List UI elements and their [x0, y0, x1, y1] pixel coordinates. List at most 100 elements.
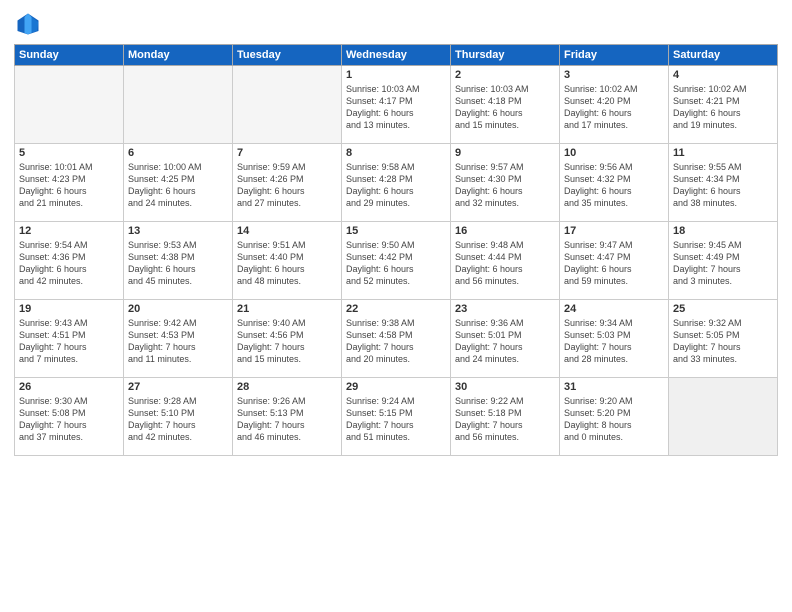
calendar-cell: 16Sunrise: 9:48 AM Sunset: 4:44 PM Dayli… — [451, 222, 560, 300]
day-number: 1 — [346, 69, 446, 81]
week-row-0: 1Sunrise: 10:03 AM Sunset: 4:17 PM Dayli… — [15, 66, 778, 144]
day-number: 17 — [564, 225, 664, 237]
day-number: 24 — [564, 303, 664, 315]
calendar-table: SundayMondayTuesdayWednesdayThursdayFrid… — [14, 44, 778, 456]
calendar-cell — [15, 66, 124, 144]
week-row-2: 12Sunrise: 9:54 AM Sunset: 4:36 PM Dayli… — [15, 222, 778, 300]
day-info: Sunrise: 9:58 AM Sunset: 4:28 PM Dayligh… — [346, 161, 446, 210]
calendar-cell: 17 Sunrise: 9:47 AM Sunset: 4:47 PM Dayli… — [560, 222, 669, 300]
weekday-header-sunday: Sunday — [15, 45, 124, 66]
day-info: Sunrise: 9:34 AM Sunset: 5:03 PM Dayligh… — [564, 317, 664, 366]
day-info: Sunrise: 9:47 AM Sunset: 4:47 PM Dayligh… — [564, 239, 664, 288]
day-info: Sunrise: 9:57 AM Sunset: 4:30 PM Dayligh… — [455, 161, 555, 210]
day-info: Sunrise: 9:45 AM Sunset: 4:49 PM Dayligh… — [673, 239, 773, 288]
day-number: 8 — [346, 147, 446, 159]
day-info: Sunrise: 9:43 AM Sunset: 4:51 PM Dayligh… — [19, 317, 119, 366]
weekday-header-tuesday: Tuesday — [233, 45, 342, 66]
day-number: 14 — [237, 225, 337, 237]
day-number: 3 — [564, 69, 664, 81]
day-info: Sunrise: 9:42 AM Sunset: 4:53 PM Dayligh… — [128, 317, 228, 366]
calendar-cell: 4 Sunrise: 10:02 AM Sunset: 4:21 PM Dayli… — [669, 66, 778, 144]
day-number: 4 — [673, 69, 773, 81]
calendar-cell: 28 Sunrise: 9:26 AM Sunset: 5:13 PM Dayli… — [233, 378, 342, 456]
day-number: 9 — [455, 147, 555, 159]
calendar-cell: 26Sunrise: 9:30 AM Sunset: 5:08 PM Dayli… — [15, 378, 124, 456]
day-number: 5 — [19, 147, 119, 159]
day-info: Sunrise: 9:50 AM Sunset: 4:42 PM Dayligh… — [346, 239, 446, 288]
day-info: Sunrise: 9:28 AM Sunset: 5:10 PM Dayligh… — [128, 395, 228, 444]
day-info: Sunrise: 10:02 AM Sunset: 4:21 PM Daylig… — [673, 83, 773, 132]
calendar-cell: 1Sunrise: 10:03 AM Sunset: 4:17 PM Dayli… — [342, 66, 451, 144]
day-info: Sunrise: 9:56 AM Sunset: 4:32 PM Dayligh… — [564, 161, 664, 210]
day-info: Sunrise: 9:55 AM Sunset: 4:34 PM Dayligh… — [673, 161, 773, 210]
weekday-header-thursday: Thursday — [451, 45, 560, 66]
calendar-cell: 12Sunrise: 9:54 AM Sunset: 4:36 PM Dayli… — [15, 222, 124, 300]
weekday-header-row: SundayMondayTuesdayWednesdayThursdayFrid… — [15, 45, 778, 66]
calendar-cell: 15 Sunrise: 9:50 AM Sunset: 4:42 PM Dayli… — [342, 222, 451, 300]
calendar-cell: 18 Sunrise: 9:45 AM Sunset: 4:49 PM Dayli… — [669, 222, 778, 300]
calendar-cell: 10 Sunrise: 9:56 AM Sunset: 4:32 PM Dayli… — [560, 144, 669, 222]
calendar-cell: 13 Sunrise: 9:53 AM Sunset: 4:38 PM Dayli… — [124, 222, 233, 300]
day-info: Sunrise: 9:36 AM Sunset: 5:01 PM Dayligh… — [455, 317, 555, 366]
day-info: Sunrise: 9:30 AM Sunset: 5:08 PM Dayligh… — [19, 395, 119, 444]
day-number: 30 — [455, 381, 555, 393]
day-number: 25 — [673, 303, 773, 315]
calendar-cell: 2 Sunrise: 10:03 AM Sunset: 4:18 PM Dayli… — [451, 66, 560, 144]
day-number: 19 — [19, 303, 119, 315]
calendar-cell: 5 Sunrise: 10:01 AM Sunset: 4:23 PM Dayli… — [15, 144, 124, 222]
day-info: Sunrise: 9:22 AM Sunset: 5:18 PM Dayligh… — [455, 395, 555, 444]
calendar-cell: 27Sunrise: 9:28 AM Sunset: 5:10 PM Dayli… — [124, 378, 233, 456]
day-number: 31 — [564, 381, 664, 393]
day-number: 18 — [673, 225, 773, 237]
calendar-cell: 22Sunrise: 9:38 AM Sunset: 4:58 PM Dayli… — [342, 300, 451, 378]
day-info: Sunrise: 10:03 AM Sunset: 4:18 PM Daylig… — [455, 83, 555, 132]
day-info: Sunrise: 10:01 AM Sunset: 4:23 PM Daylig… — [19, 161, 119, 210]
day-number: 22 — [346, 303, 446, 315]
calendar-cell: 11Sunrise: 9:55 AM Sunset: 4:34 PM Dayli… — [669, 144, 778, 222]
day-info: Sunrise: 9:51 AM Sunset: 4:40 PM Dayligh… — [237, 239, 337, 288]
day-info: Sunrise: 9:24 AM Sunset: 5:15 PM Dayligh… — [346, 395, 446, 444]
day-info: Sunrise: 10:00 AM Sunset: 4:25 PM Daylig… — [128, 161, 228, 210]
weekday-header-friday: Friday — [560, 45, 669, 66]
calendar-cell: 9 Sunrise: 9:57 AM Sunset: 4:30 PM Daylig… — [451, 144, 560, 222]
logo — [14, 10, 46, 38]
day-number: 28 — [237, 381, 337, 393]
day-number: 23 — [455, 303, 555, 315]
calendar-cell: 8 Sunrise: 9:58 AM Sunset: 4:28 PM Daylig… — [342, 144, 451, 222]
day-number: 15 — [346, 225, 446, 237]
page: SundayMondayTuesdayWednesdayThursdayFrid… — [0, 0, 792, 612]
calendar-cell: 6 Sunrise: 10:00 AM Sunset: 4:25 PM Dayli… — [124, 144, 233, 222]
day-number: 6 — [128, 147, 228, 159]
day-number: 2 — [455, 69, 555, 81]
calendar-cell: 21Sunrise: 9:40 AM Sunset: 4:56 PM Dayli… — [233, 300, 342, 378]
week-row-3: 19 Sunrise: 9:43 AM Sunset: 4:51 PM Dayli… — [15, 300, 778, 378]
day-number: 10 — [564, 147, 664, 159]
calendar-cell — [669, 378, 778, 456]
calendar-cell — [124, 66, 233, 144]
calendar-cell: 31 Sunrise: 9:20 AM Sunset: 5:20 PM Dayli… — [560, 378, 669, 456]
calendar-cell: 20 Sunrise: 9:42 AM Sunset: 4:53 PM Dayli… — [124, 300, 233, 378]
day-info: Sunrise: 9:26 AM Sunset: 5:13 PM Dayligh… — [237, 395, 337, 444]
day-info: Sunrise: 9:32 AM Sunset: 5:05 PM Dayligh… — [673, 317, 773, 366]
calendar-cell: 25 Sunrise: 9:32 AM Sunset: 5:05 PM Dayli… — [669, 300, 778, 378]
calendar-cell — [233, 66, 342, 144]
calendar-cell: 24 Sunrise: 9:34 AM Sunset: 5:03 PM Dayli… — [560, 300, 669, 378]
day-info: Sunrise: 9:20 AM Sunset: 5:20 PM Dayligh… — [564, 395, 664, 444]
header — [14, 10, 778, 38]
calendar-cell: 14 Sunrise: 9:51 AM Sunset: 4:40 PM Dayli… — [233, 222, 342, 300]
weekday-header-wednesday: Wednesday — [342, 45, 451, 66]
day-number: 13 — [128, 225, 228, 237]
weekday-header-saturday: Saturday — [669, 45, 778, 66]
day-number: 20 — [128, 303, 228, 315]
logo-icon — [14, 10, 42, 38]
weekday-header-monday: Monday — [124, 45, 233, 66]
calendar-cell: 29 Sunrise: 9:24 AM Sunset: 5:15 PM Dayli… — [342, 378, 451, 456]
calendar-cell: 19 Sunrise: 9:43 AM Sunset: 4:51 PM Dayli… — [15, 300, 124, 378]
calendar-cell: 30 Sunrise: 9:22 AM Sunset: 5:18 PM Dayli… — [451, 378, 560, 456]
day-info: Sunrise: 9:53 AM Sunset: 4:38 PM Dayligh… — [128, 239, 228, 288]
calendar-cell: 23 Sunrise: 9:36 AM Sunset: 5:01 PM Dayli… — [451, 300, 560, 378]
day-info: Sunrise: 9:48 AM Sunset: 4:44 PM Dayligh… — [455, 239, 555, 288]
calendar-cell: 7Sunrise: 9:59 AM Sunset: 4:26 PM Daylig… — [233, 144, 342, 222]
day-number: 29 — [346, 381, 446, 393]
day-info: Sunrise: 9:59 AM Sunset: 4:26 PM Dayligh… — [237, 161, 337, 210]
